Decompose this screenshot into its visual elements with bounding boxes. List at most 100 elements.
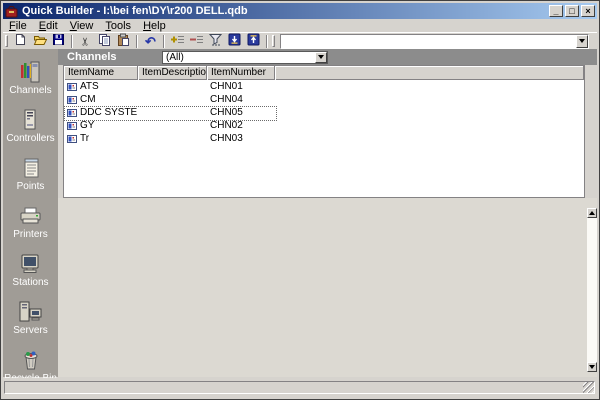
app-icon[interactable] (5, 5, 18, 18)
table-row-selected[interactable]: DDC SYSTEM CHN05 (64, 106, 584, 119)
add-item-icon (171, 33, 185, 49)
new-button[interactable] (11, 34, 30, 49)
cut-scissors-icon: ✂ (79, 36, 92, 45)
filter-button[interactable] (206, 34, 225, 49)
download-button[interactable] (225, 34, 244, 49)
item-name: CM (80, 94, 96, 105)
column-header-itemdescription[interactable]: ItemDescription (138, 66, 207, 80)
add-items-button[interactable] (168, 34, 187, 49)
filter-combobox[interactable]: (All) (162, 51, 328, 64)
item-description-cell (138, 132, 207, 145)
copy-icon (98, 33, 111, 49)
sidebar-item-points[interactable]: Points (17, 157, 45, 192)
sidebar-item-channels[interactable]: Channels (9, 61, 51, 96)
menu-tools[interactable]: Tools (99, 20, 137, 32)
quick-builder-window: Quick Builder - I:\bei fen\DY\r200 DELL.… (0, 0, 600, 400)
sidebar-label: Printers (13, 230, 47, 240)
item-number-cell: CHN04 (207, 93, 275, 106)
delete-items-button[interactable] (187, 34, 206, 49)
undo-button[interactable]: ↶ (141, 34, 160, 49)
sidebar-item-servers[interactable]: Servers (13, 301, 47, 336)
arrow-down-icon (589, 365, 595, 369)
points-icon (17, 157, 45, 179)
scroll-down-button[interactable] (587, 362, 597, 372)
sidebar-item-stations[interactable]: Stations (12, 253, 48, 288)
open-folder-icon (33, 33, 47, 49)
delete-item-icon (190, 33, 204, 49)
save-button[interactable] (49, 34, 68, 49)
servers-icon (16, 301, 44, 323)
panel-title: Channels (67, 51, 162, 63)
filter-combobox-value[interactable]: (All) (163, 52, 315, 63)
toolbar-combobox-value[interactable] (281, 35, 576, 48)
item-number-cell: CHN01 (207, 80, 275, 93)
download-icon (228, 33, 241, 49)
open-button[interactable] (30, 34, 49, 49)
maximize-button[interactable]: □ (565, 5, 579, 17)
chevron-down-icon[interactable] (576, 35, 588, 48)
item-name-cell: DDC SYSTEM (64, 106, 138, 119)
scrollbar-track[interactable] (587, 218, 597, 362)
channel-item-icon (67, 134, 77, 144)
table-header: ItemName ItemDescription ItemNumber (64, 66, 584, 80)
sidebar-item-printers[interactable]: Printers (13, 205, 47, 240)
item-name: GY (80, 120, 94, 131)
vertical-scrollbar[interactable] (587, 208, 597, 372)
menu-file[interactable]: File (3, 20, 33, 32)
channel-item-icon (67, 121, 77, 131)
upload-icon (247, 33, 260, 49)
content-area: Channels (All) ItemName ItemDescription … (58, 49, 597, 377)
item-name: DDC SYSTEM (80, 107, 138, 118)
table-row[interactable]: GY CHN02 (64, 119, 584, 132)
empty-cell (275, 132, 584, 145)
table-row[interactable]: ATS CHN01 (64, 80, 584, 93)
item-number-cell: CHN03 (207, 132, 275, 145)
empty-cell (275, 80, 584, 93)
printers-icon (16, 205, 44, 227)
channels-icon (16, 61, 44, 83)
detail-pane (58, 198, 597, 377)
column-header-itemname[interactable]: ItemName (64, 66, 138, 80)
empty-cell (275, 119, 584, 132)
item-description-cell (138, 119, 207, 132)
titlebar[interactable]: Quick Builder - I:\bei fen\DY\r200 DELL.… (3, 3, 597, 19)
toolbar-grip[interactable] (5, 35, 8, 47)
stations-icon (16, 253, 44, 275)
copy-button[interactable] (95, 34, 114, 49)
channels-table: ItemName ItemDescription ItemNumber ATS … (63, 65, 585, 198)
sidebar: Channels Controllers Points Printers Sta… (3, 49, 58, 377)
menu-help[interactable]: Help (137, 20, 172, 32)
cut-button[interactable]: ✂ (76, 34, 95, 49)
column-header-empty[interactable] (275, 66, 584, 80)
paste-button[interactable] (114, 34, 133, 49)
toolbar-combobox[interactable] (280, 34, 589, 49)
scroll-up-button[interactable] (587, 208, 597, 218)
channel-item-icon (67, 82, 77, 92)
menu-view[interactable]: View (64, 20, 100, 32)
sidebar-label: Stations (12, 278, 48, 288)
paste-clipboard-icon (117, 33, 130, 49)
table-row[interactable]: CM CHN04 (64, 93, 584, 106)
item-name-cell: GY (64, 119, 138, 132)
item-number-cell: CHN02 (207, 119, 275, 132)
chevron-down-icon[interactable] (315, 52, 327, 63)
item-name: Tr (80, 133, 89, 144)
undo-arrow-icon: ↶ (145, 35, 156, 48)
sidebar-label: Controllers (6, 134, 54, 144)
toolbar-grip[interactable] (272, 35, 275, 47)
empty-cell (275, 106, 584, 119)
controllers-icon (16, 109, 44, 131)
upload-button[interactable] (244, 34, 263, 49)
sidebar-label: Servers (13, 326, 47, 336)
toolbar-separator (136, 35, 138, 48)
menu-edit[interactable]: Edit (33, 20, 64, 32)
menubar: File Edit View Tools Help (3, 19, 597, 32)
close-button[interactable]: × (581, 5, 595, 17)
minimize-button[interactable]: _ (549, 5, 563, 17)
table-row[interactable]: Tr CHN03 (64, 132, 584, 145)
item-name-cell: Tr (64, 132, 138, 145)
column-header-itemnumber[interactable]: ItemNumber (207, 66, 275, 80)
item-name: ATS (80, 81, 99, 92)
sidebar-item-controllers[interactable]: Controllers (6, 109, 54, 144)
resize-grip-icon[interactable] (583, 382, 594, 393)
